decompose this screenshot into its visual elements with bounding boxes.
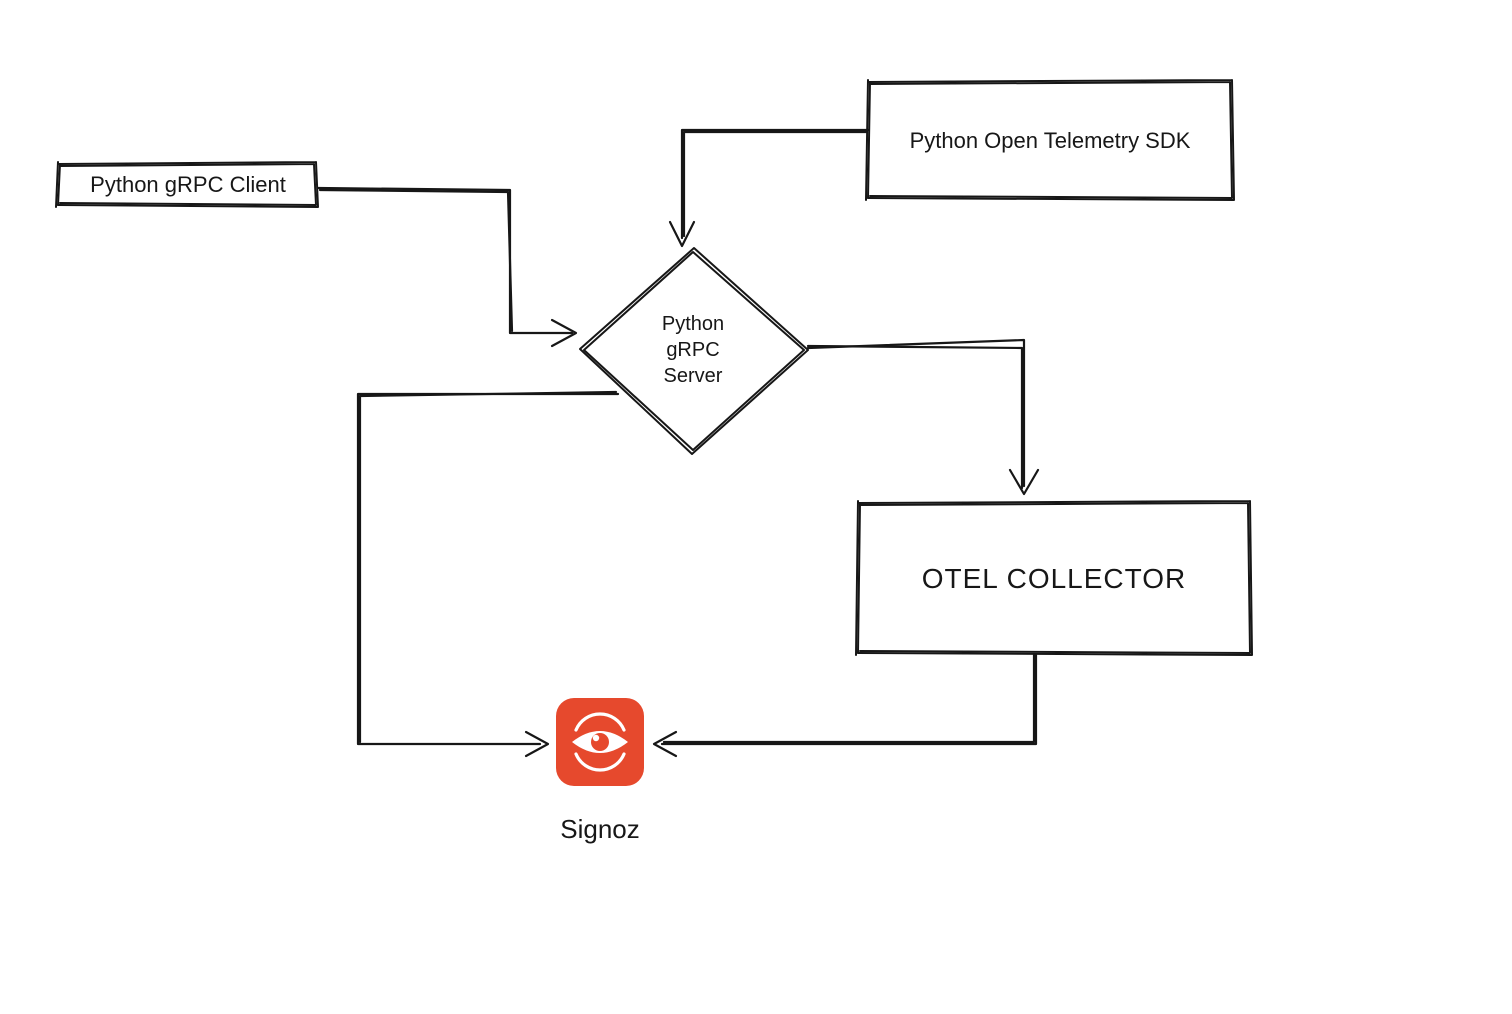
node-server-label-line2: gRPC — [666, 339, 719, 361]
node-python-grpc-client: Python gRPC Client — [56, 162, 318, 207]
node-client-label: Python gRPC Client — [90, 172, 286, 197]
node-python-otel-sdk: Python Open Telemetry SDK — [866, 80, 1234, 200]
node-server-label-line3: Server — [664, 365, 723, 387]
edge-client-to-server — [318, 188, 576, 346]
node-signoz: Signoz — [556, 698, 644, 844]
edge-sdk-to-server — [670, 130, 868, 246]
edge-server-to-collector — [808, 340, 1038, 494]
node-collector-label: OTEL COLLECTOR — [922, 563, 1187, 594]
edge-collector-to-signoz — [654, 655, 1036, 756]
node-otel-collector: OTEL COLLECTOR — [856, 501, 1252, 655]
node-signoz-label: Signoz — [560, 814, 640, 844]
node-python-grpc-server: Python gRPC Server — [580, 248, 808, 454]
node-server-label-line1: Python — [662, 313, 724, 335]
node-sdk-label: Python Open Telemetry SDK — [910, 128, 1191, 153]
architecture-diagram: Python gRPC Client Python Open Telemetry… — [0, 0, 1512, 1014]
